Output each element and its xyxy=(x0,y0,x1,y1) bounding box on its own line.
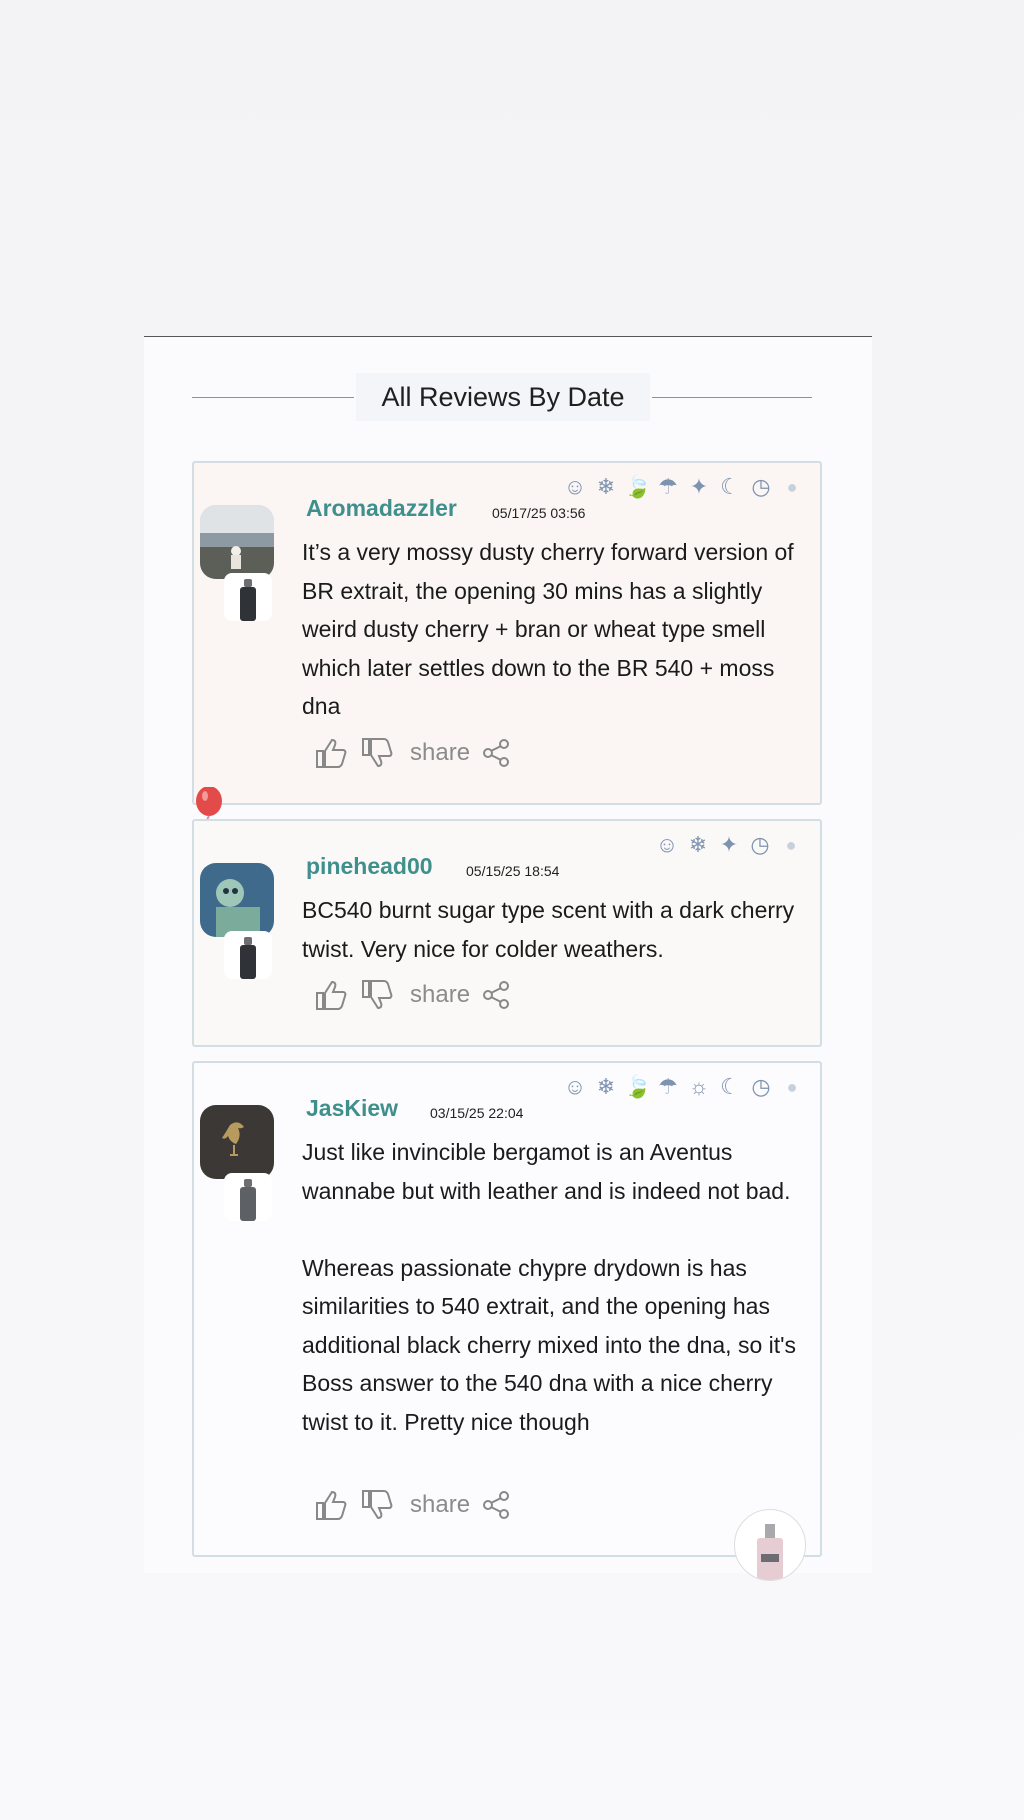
avatar[interactable] xyxy=(200,1105,274,1179)
heart-eyes-icon: ☺ xyxy=(563,1074,587,1099)
thumbs-up-icon[interactable] xyxy=(314,979,348,1011)
review-text: BC540 burnt sugar type scent with a dark… xyxy=(302,897,795,962)
snowflake-icon: ❄ xyxy=(596,474,616,499)
review-card: ☺ ❄ 🍃 ☂ ✦ ☾ ◷ ● Aromadazzler 05/17/25 03… xyxy=(192,461,822,805)
maple-leaf-icon: ✦ xyxy=(719,832,739,857)
review-text: Just like invincible bergamot is an Aven… xyxy=(302,1139,797,1435)
review-text: It’s a very mossy dusty cherry forward v… xyxy=(302,539,794,719)
thumbs-down-icon[interactable] xyxy=(360,979,394,1011)
maple-leaf-icon: ✦ xyxy=(689,474,709,499)
review-username[interactable]: Aromadazzler xyxy=(306,495,457,522)
divider-left xyxy=(192,397,354,398)
smile-icon: ☺ xyxy=(563,474,587,499)
review-username[interactable]: pinehead00 xyxy=(306,853,433,880)
moon-icon: ☾ xyxy=(720,474,740,499)
avatar[interactable] xyxy=(200,505,274,579)
fragrance-thumbnail[interactable] xyxy=(224,1173,272,1221)
person-icon: ● xyxy=(786,477,798,497)
leaf-icon: 🍃 xyxy=(624,474,652,499)
clock-icon: ◷ xyxy=(751,474,771,499)
clock-icon: ◷ xyxy=(751,1074,771,1099)
share-button[interactable]: share xyxy=(410,1491,470,1519)
review-card: ☺ ❄ 🍃 ☂ ☼ ☾ ◷ ● JasKiew 03/15/25 22:04 J… xyxy=(192,1061,822,1557)
thumbs-down-icon[interactable] xyxy=(360,1489,394,1521)
sun-icon: ☼ xyxy=(688,1074,710,1099)
clock-icon: ◷ xyxy=(750,832,770,857)
thumbs-up-icon[interactable] xyxy=(314,1489,348,1521)
section-title: All Reviews By Date xyxy=(356,373,650,421)
thumbs-down-icon[interactable] xyxy=(360,737,394,769)
review-username[interactable]: JasKiew xyxy=(306,1095,398,1122)
share-button[interactable]: share xyxy=(410,739,470,767)
share-icon[interactable] xyxy=(482,1490,512,1520)
perfume-bottle-icon[interactable] xyxy=(734,1509,806,1581)
review-card: ☺ ❄ ✦ ◷ ● pinehead00 05/15/25 18:54 BC54… xyxy=(192,819,822,1047)
review-date: 05/17/25 03:56 xyxy=(492,505,586,521)
share-icon[interactable] xyxy=(482,738,512,768)
reviews-panel: All Reviews By Date ☺ ❄ 🍃 ☂ ✦ ☾ ◷ ● Arom… xyxy=(144,336,872,1581)
avatar[interactable] xyxy=(200,863,274,937)
umbrella-icon: ☂ xyxy=(658,1074,678,1099)
person-icon: ● xyxy=(786,1077,798,1097)
review-actions: share xyxy=(314,735,512,771)
review-date: 05/15/25 18:54 xyxy=(466,863,560,879)
review-date: 03/15/25 22:04 xyxy=(430,1105,524,1121)
snowflake-icon: ❄ xyxy=(596,1074,616,1099)
person-icon: ● xyxy=(785,835,797,855)
review-actions: share xyxy=(314,977,512,1013)
heart-eyes-icon: ☺ xyxy=(655,832,679,857)
fragrance-thumbnail[interactable] xyxy=(224,931,272,979)
moon-icon: ☾ xyxy=(720,1074,740,1099)
thumbs-up-icon[interactable] xyxy=(314,737,348,769)
divider-right xyxy=(652,397,812,398)
umbrella-icon: ☂ xyxy=(658,474,678,499)
fragrance-thumbnail[interactable] xyxy=(224,573,272,621)
section-header: All Reviews By Date xyxy=(192,373,812,421)
review-tags: ☺ ❄ 🍃 ☂ ✦ ☾ ◷ ● xyxy=(562,473,805,501)
review-actions: share xyxy=(314,1487,512,1523)
snowflake-icon: ❄ xyxy=(688,832,708,857)
share-icon[interactable] xyxy=(482,980,512,1010)
leaf-icon: 🍃 xyxy=(624,1074,652,1099)
review-tags: ☺ ❄ ✦ ◷ ● xyxy=(654,831,804,859)
share-button[interactable]: share xyxy=(410,981,470,1009)
review-tags: ☺ ❄ 🍃 ☂ ☼ ☾ ◷ ● xyxy=(562,1073,805,1101)
